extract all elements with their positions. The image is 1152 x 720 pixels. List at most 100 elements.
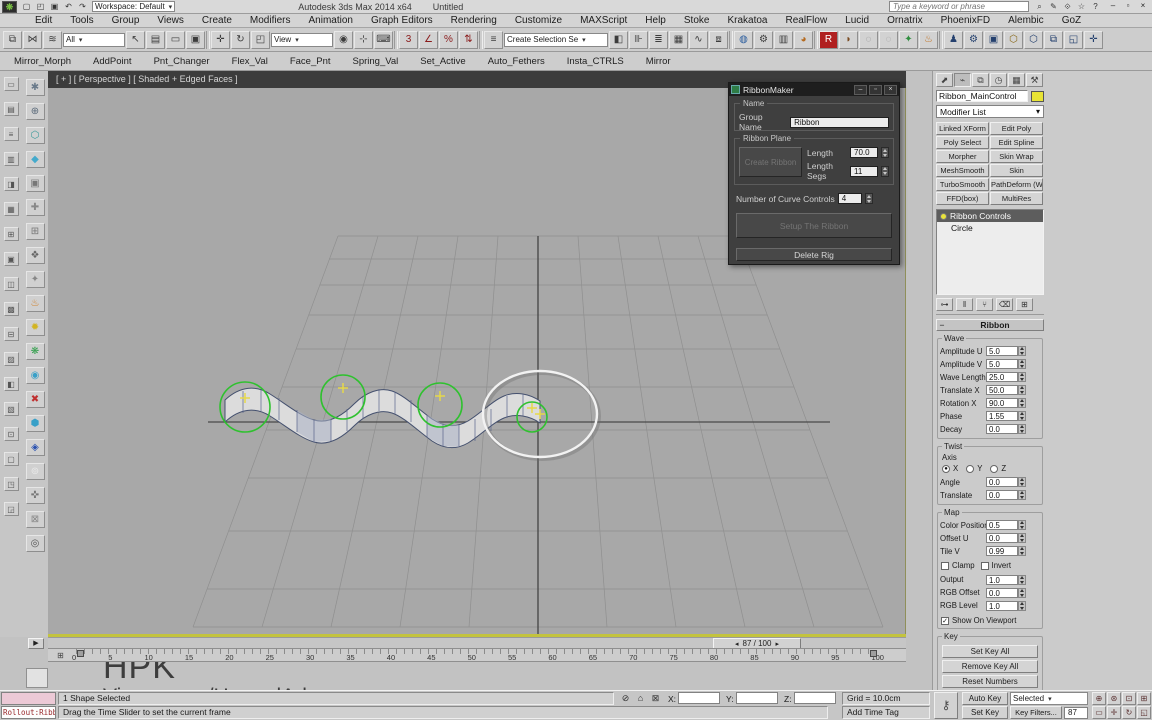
menu-item[interactable]: Modifiers (241, 14, 300, 27)
rig-tool-icon[interactable]: ◱ (1064, 30, 1083, 49)
rig-script-icon[interactable]: ✜ (25, 487, 45, 504)
search-input[interactable] (889, 1, 1029, 12)
menu-item[interactable]: Help (636, 14, 675, 27)
rig-script-icon[interactable]: ⊠ (25, 511, 45, 528)
add-time-tag[interactable]: Add Time Tag (842, 706, 930, 719)
menu-item[interactable]: Customize (506, 14, 571, 27)
align-icon[interactable]: ⊪ (629, 30, 648, 49)
schematic-view-icon[interactable]: ⧈ (709, 30, 728, 49)
track-bar[interactable]: ⊞ 0 5 10 15 20 25 30 35 40 45 50 55 60 65 70 75 80 85 90 95… (48, 648, 906, 662)
select-object-icon[interactable]: ↖ (126, 30, 145, 49)
stack-entry[interactable]: Ribbon Controls (937, 210, 1043, 222)
menu-item[interactable]: Animation (299, 14, 361, 27)
dock-tool-icon[interactable]: ▩ (3, 302, 19, 316)
rig-script-icon[interactable]: ✚ (25, 199, 45, 216)
dialog-minimize-button[interactable]: – (854, 84, 867, 95)
modifier-stack[interactable]: Ribbon Controls Circle (936, 209, 1044, 295)
select-and-manipulate-icon[interactable]: ⊹ (354, 30, 373, 49)
field-value[interactable]: 0.5 (986, 520, 1018, 530)
window-crossing-icon[interactable]: ▣ (186, 30, 205, 49)
select-and-link-icon[interactable]: ⧉ (3, 30, 22, 49)
menu-item[interactable]: MAXScript (571, 14, 636, 27)
dock-tool-icon[interactable]: ≡ (3, 127, 19, 141)
menu-item[interactable]: Rendering (442, 14, 506, 27)
spinner[interactable] (1018, 587, 1026, 598)
orbit-icon[interactable]: ↻ (1122, 706, 1136, 719)
dock-tool-icon[interactable]: ◳ (3, 477, 19, 491)
field-value[interactable]: 0.0 (986, 477, 1018, 487)
mini-curve-editor-button[interactable]: ▶ (28, 638, 44, 649)
workspace-dropdown[interactable]: Workspace: Default (92, 1, 176, 12)
length-input[interactable]: 70.0 (850, 147, 878, 158)
script-button[interactable]: Set_Active (420, 56, 465, 67)
maxscript-listener-input[interactable] (1, 692, 56, 705)
ribbon-rollout-header[interactable]: − Ribbon (936, 319, 1044, 331)
modifier-button[interactable]: Morpher (936, 150, 989, 163)
map-checkbox[interactable]: Clamp (941, 560, 975, 571)
tab-utilities[interactable]: ⚒ (1026, 73, 1043, 87)
length-segs-spinner[interactable] (881, 165, 889, 177)
minimize-button[interactable]: – (1106, 1, 1120, 12)
rendered-frame-icon[interactable]: ▥ (774, 30, 793, 49)
rig-script-icon[interactable]: ✹ (25, 319, 45, 336)
pin-stack-icon[interactable]: ⊶ (936, 298, 953, 311)
rig-script-icon[interactable]: ◆ (25, 151, 45, 168)
spinner[interactable] (1018, 359, 1026, 369)
script-button[interactable]: Insta_CTRLS (567, 56, 624, 67)
communication-icon[interactable]: ✎ (1047, 1, 1060, 12)
close-button[interactable]: × (1136, 1, 1150, 12)
forestpack-plugin-icon[interactable]: ◗ (839, 30, 858, 49)
field-value[interactable]: 90.0 (986, 398, 1018, 408)
dock-tool-icon[interactable]: ▤ (3, 102, 19, 116)
menu-item[interactable]: Ornatrix (878, 14, 932, 27)
selection-filter-dropdown[interactable]: All (63, 32, 125, 47)
rig-script-icon[interactable]: ▣ (25, 175, 45, 192)
phoenix-plugin-icon[interactable]: ♨ (919, 30, 938, 49)
setup-ribbon-button[interactable]: Setup The Ribbon (736, 213, 892, 238)
radio-box[interactable] (966, 464, 975, 473)
menu-item[interactable]: PhoenixFD (932, 14, 999, 27)
zoom-all-icon[interactable]: ⊛ (1107, 692, 1121, 705)
check-box[interactable]: ✓ (941, 616, 949, 625)
axis-radio[interactable]: ● X (942, 463, 958, 474)
select-and-scale-icon[interactable]: ◰ (251, 30, 270, 49)
sign-in-icon[interactable]: ⟐ (1061, 1, 1074, 12)
map-checkbox[interactable]: Invert (980, 560, 1011, 571)
bone-tool-icon[interactable]: ⬡ (1004, 30, 1023, 49)
save-file-icon[interactable]: ▣ (48, 1, 61, 12)
script-button[interactable]: Spring_Val (353, 56, 399, 67)
keyboard-override-icon[interactable]: ⌨ (374, 30, 393, 49)
dock-tool-icon[interactable]: ▦ (3, 202, 19, 216)
spinner[interactable] (1018, 424, 1026, 434)
spinner[interactable] (1018, 385, 1026, 395)
key-mode-dropdown[interactable]: Selected (1010, 692, 1088, 705)
field-value[interactable]: 0.0 (986, 587, 1018, 598)
modifier-button[interactable]: Skin (990, 164, 1043, 177)
plugin-icon[interactable]: ◌ (879, 30, 898, 49)
modifier-button[interactable]: PathDeform (WS (990, 178, 1043, 191)
maximize-viewport-icon[interactable]: ◱ (1137, 706, 1151, 719)
y-coordinate-field[interactable] (736, 692, 778, 704)
axis-radio[interactable]: Z (990, 463, 1006, 474)
rig-script-icon[interactable]: ⊕ (25, 103, 45, 120)
rig-script-icon[interactable]: ❖ (25, 247, 45, 264)
dock-tool-icon[interactable]: ⊡ (3, 427, 19, 441)
spinner[interactable] (1018, 574, 1026, 585)
restore-button[interactable]: ▫ (1121, 1, 1135, 12)
spinner[interactable] (1018, 600, 1026, 611)
rig-script-icon[interactable]: ✱ (25, 79, 45, 96)
radio-box[interactable]: ● (942, 464, 950, 473)
rect-selection-region-icon[interactable]: ▭ (166, 30, 185, 49)
script-button[interactable]: Flex_Val (232, 56, 268, 67)
length-segs-input[interactable]: 11 (850, 165, 878, 177)
absolute-mode-icon[interactable]: ⌂ (633, 692, 648, 705)
open-file-icon[interactable]: ◰ (34, 1, 47, 12)
plugin-icon[interactable]: ◌ (859, 30, 878, 49)
dock-tool-icon[interactable]: ▣ (3, 252, 19, 266)
named-selection-set-dropdown[interactable]: Create Selection Se (504, 32, 608, 47)
script-button[interactable]: Mirror (646, 56, 671, 67)
key-marker-frame-0[interactable] (77, 650, 84, 657)
bind-to-space-warp-icon[interactable]: ≋ (43, 30, 62, 49)
menu-item[interactable]: Create (193, 14, 241, 27)
time-slider-track[interactable]: 87 / 100 (48, 637, 906, 649)
